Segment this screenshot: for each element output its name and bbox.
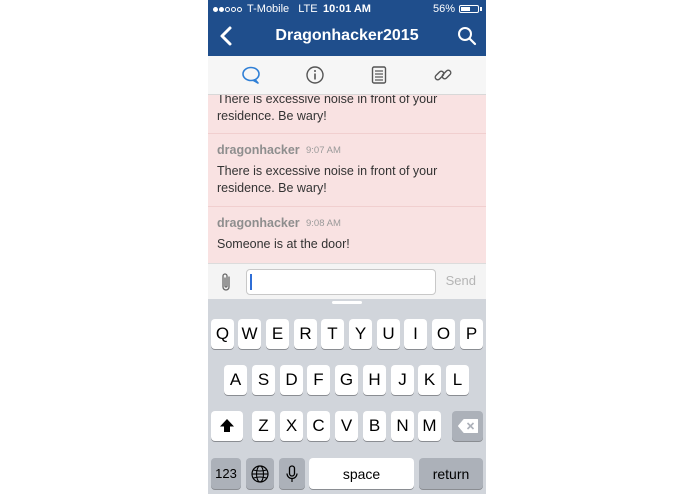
attach-button[interactable] bbox=[219, 272, 233, 294]
message-item: dragonhacker 9:08 AM Someone is at the d… bbox=[208, 207, 486, 263]
message-text: There is excessive noise in front of you… bbox=[217, 164, 438, 195]
backspace-icon bbox=[457, 419, 478, 433]
key-e[interactable]: E bbox=[266, 319, 289, 349]
shift-key[interactable] bbox=[211, 411, 243, 441]
link-icon bbox=[434, 69, 452, 81]
key-t[interactable]: T bbox=[321, 319, 344, 349]
space-key[interactable]: space bbox=[309, 458, 414, 489]
message-sender: dragonhacker bbox=[217, 143, 300, 157]
key-p[interactable]: P bbox=[460, 319, 483, 349]
message-sender: dragonhacker bbox=[217, 216, 300, 230]
battery-percent: 56% bbox=[432, 3, 455, 15]
key-y[interactable]: Y bbox=[349, 319, 372, 349]
message-input[interactable] bbox=[246, 269, 436, 295]
key-a[interactable]: A bbox=[224, 365, 247, 395]
message-list: There is excessive noise in front of you… bbox=[208, 95, 486, 263]
search-button[interactable] bbox=[456, 24, 478, 48]
battery-icon bbox=[459, 5, 479, 13]
return-key[interactable]: return bbox=[419, 458, 483, 489]
chat-bubble-icon bbox=[242, 66, 260, 84]
message-text: There is excessive noise in front of you… bbox=[217, 95, 438, 123]
mic-key[interactable] bbox=[279, 458, 305, 489]
battery-indicator: 56% bbox=[433, 0, 482, 18]
app-header: T-Mobile LTE 10:01 AM 56% Dragonhacker20… bbox=[208, 0, 486, 56]
info-icon bbox=[306, 66, 324, 84]
text-cursor bbox=[250, 274, 252, 290]
phone-screen: T-Mobile LTE 10:01 AM 56% Dragonhacker20… bbox=[208, 0, 486, 494]
composer-bar: Send bbox=[208, 263, 486, 300]
tab-bar bbox=[208, 56, 486, 95]
status-bar: T-Mobile LTE 10:01 AM 56% bbox=[208, 0, 486, 18]
tab-documents[interactable] bbox=[368, 64, 390, 86]
key-d[interactable]: D bbox=[280, 365, 303, 395]
microphone-icon bbox=[286, 464, 298, 482]
key-h[interactable]: H bbox=[363, 365, 386, 395]
key-v[interactable]: V bbox=[335, 411, 358, 441]
key-s[interactable]: S bbox=[252, 365, 275, 395]
tab-info[interactable] bbox=[304, 64, 326, 86]
key-j[interactable]: J bbox=[391, 365, 414, 395]
battery-fill bbox=[461, 7, 470, 11]
key-q[interactable]: Q bbox=[211, 319, 234, 349]
back-button[interactable] bbox=[216, 24, 238, 48]
key-k[interactable]: K bbox=[418, 365, 441, 395]
nav-bar: Dragonhacker2015 bbox=[208, 18, 486, 56]
key-x[interactable]: X bbox=[280, 411, 303, 441]
key-g[interactable]: G bbox=[335, 365, 358, 395]
key-n[interactable]: N bbox=[391, 411, 414, 441]
key-c[interactable]: C bbox=[307, 411, 330, 441]
document-icon bbox=[371, 66, 387, 84]
search-icon bbox=[458, 27, 477, 46]
keyboard: Q W E R T Y U I O P A S D F G H J K L Z … bbox=[208, 299, 486, 494]
key-m[interactable]: M bbox=[418, 411, 441, 441]
key-u[interactable]: U bbox=[377, 319, 400, 349]
shift-icon bbox=[220, 419, 234, 432]
tab-chat[interactable] bbox=[240, 64, 262, 86]
delete-key[interactable] bbox=[452, 411, 483, 441]
numbers-key[interactable]: 123 bbox=[211, 458, 241, 489]
message-item: There is excessive noise in front of you… bbox=[208, 95, 486, 134]
key-b[interactable]: B bbox=[363, 411, 386, 441]
key-l[interactable]: L bbox=[446, 365, 469, 395]
key-o[interactable]: O bbox=[432, 319, 455, 349]
key-r[interactable]: R bbox=[294, 319, 317, 349]
message-time: 9:07 AM bbox=[306, 145, 341, 156]
send-button[interactable]: Send bbox=[446, 273, 476, 288]
return-key-label: return bbox=[432, 465, 470, 482]
tab-links[interactable] bbox=[432, 64, 454, 86]
message-time: 9:08 AM bbox=[306, 218, 341, 229]
paperclip-icon bbox=[222, 273, 230, 291]
keyboard-handle bbox=[332, 301, 362, 304]
key-w[interactable]: W bbox=[238, 319, 261, 349]
globe-key[interactable] bbox=[246, 458, 274, 489]
key-f[interactable]: F bbox=[307, 365, 330, 395]
battery-tip bbox=[480, 7, 482, 11]
message-item: dragonhacker 9:07 AM There is excessive … bbox=[208, 134, 486, 207]
conversation-title: Dragonhacker2015 bbox=[275, 27, 419, 44]
message-text: Someone is at the door! bbox=[217, 237, 350, 251]
key-i[interactable]: I bbox=[404, 319, 427, 349]
numbers-key-label: 123 bbox=[215, 466, 237, 481]
space-key-label: space bbox=[342, 465, 381, 482]
key-z[interactable]: Z bbox=[252, 411, 275, 441]
chevron-left-icon bbox=[220, 26, 232, 46]
globe-icon bbox=[251, 464, 269, 483]
